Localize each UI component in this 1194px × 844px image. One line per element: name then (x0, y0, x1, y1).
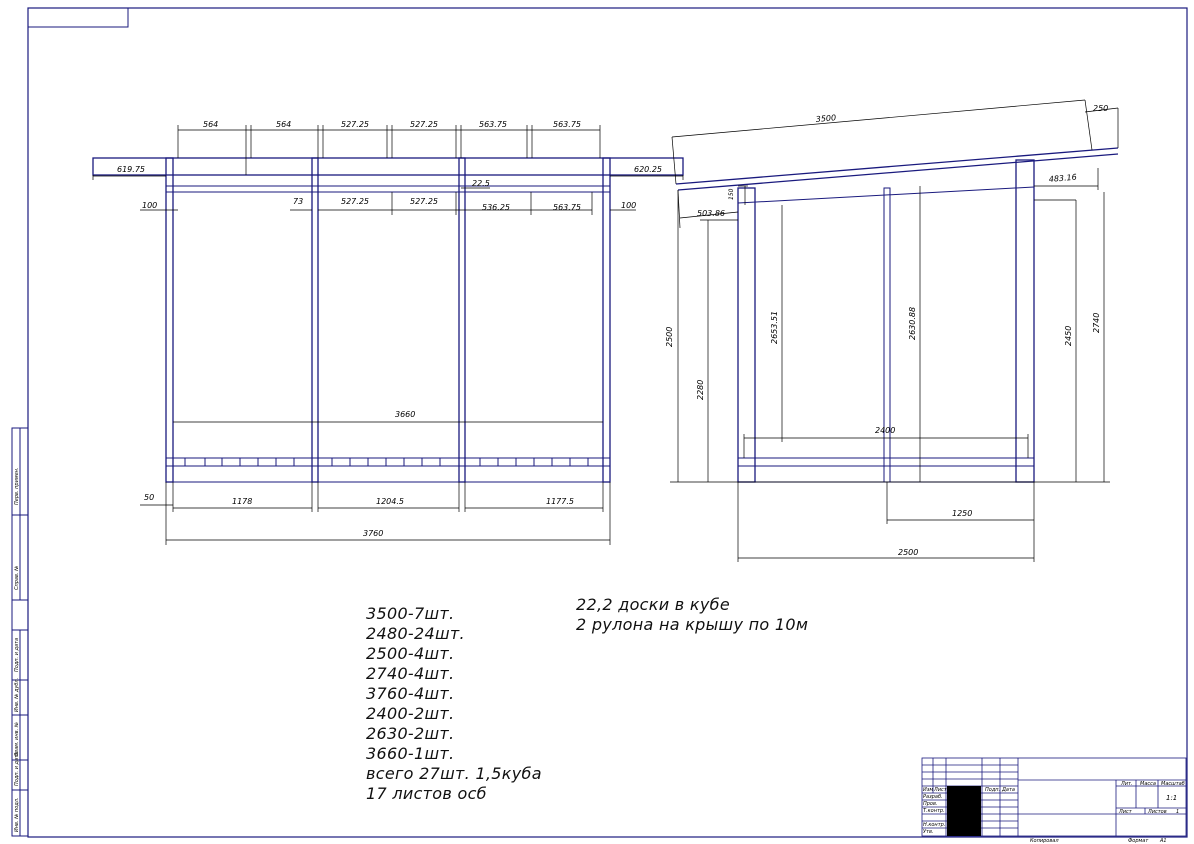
side-strip-labels: Перв. примен. Справ. № Подп. и дата Инв.… (14, 467, 20, 832)
dim-height-left-outer: 2500 (665, 327, 674, 347)
dim-total-span: 2500 (898, 548, 918, 557)
dim-height-post-2: 2630.88 (908, 307, 917, 340)
dim-half-span: 1250 (952, 509, 972, 518)
side-strip-label: Взам. инв. № (14, 722, 20, 756)
note-roof-rolls: 2 рулона на крышу по 10м (576, 615, 809, 634)
dim-inner-width: 3660 (395, 410, 415, 419)
materials-item: 2400-2шт. (366, 704, 455, 723)
tb-sheets-value: 1 (1176, 809, 1179, 815)
side-frame-geometry (675, 147, 1119, 483)
dim-small-offset: 22.5 (472, 179, 490, 188)
side-strip-label: Перв. примен. (14, 467, 20, 505)
dim-second-4: 536.25 (482, 203, 510, 212)
dim-height-post-1: 2653.51 (770, 311, 779, 344)
tb-format: Формат (1128, 838, 1149, 844)
signature-stamp (947, 786, 981, 836)
dim-rafter-length: 3500 (815, 113, 836, 124)
tb-row-tkontr: Т.контр. (923, 808, 945, 814)
materials-item: 2740-4шт. (366, 664, 455, 683)
tb-mass: Масса (1140, 781, 1156, 787)
tb-col-list: Лист (933, 787, 948, 793)
dim-left-post-gap: 150 (728, 188, 735, 200)
side-dimension-lines (670, 99, 1119, 562)
front-view: 564 564 527.25 527.25 563.75 563.75 619.… (92, 120, 684, 545)
tb-col-doc: № докум. (951, 787, 977, 793)
dim-rafter-tip: 250 (1093, 104, 1108, 113)
materials-item: 3660-1шт. (366, 744, 455, 763)
side-strip-label: Подп. и дата (14, 752, 20, 786)
side-view: 3500 250 503.86 150 483.16 2500 2280 265… (665, 99, 1119, 562)
materials-item: 2500-4шт. (366, 644, 455, 663)
side-dimension-labels: 3500 250 503.86 150 483.16 2500 2280 265… (665, 104, 1108, 557)
dim-second-5: 563.75 (553, 203, 581, 212)
sheet-frame (11, 7, 1188, 838)
dim-top-3: 527.25 (341, 120, 369, 129)
drawing-sheet: Перв. примен. Справ. № Подп. и дата Инв.… (11, 7, 1188, 844)
tb-row-prov: Пров. (923, 801, 938, 807)
dim-edge-left: 100 (142, 201, 157, 210)
tb-scale: Масштаб (1161, 781, 1185, 787)
materials-osb: 17 листов осб (366, 784, 487, 803)
dim-height-right-inner: 2450 (1064, 326, 1073, 346)
tb-col-izm: Изм (923, 787, 933, 793)
materials-item: 2480-24шт. (366, 624, 465, 643)
tb-col-date: Дата (1001, 787, 1015, 793)
dim-overhang-left: 619.75 (117, 165, 145, 174)
dim-overhang-right: 620.25 (634, 165, 662, 174)
tb-copied: Копировал (1030, 838, 1059, 844)
dim-total-width: 3760 (363, 529, 383, 538)
tb-sheet: Лист (1118, 809, 1133, 815)
side-strip-label: Подп. и дата (14, 638, 20, 672)
materials-item: 3760-4шт. (366, 684, 455, 703)
dim-second-3: 527.25 (410, 197, 438, 206)
dim-second-2: 527.25 (341, 197, 369, 206)
front-frame-geometry (92, 157, 684, 483)
dim-bay-3: 1177.5 (546, 497, 574, 506)
dim-bay-2: 1204.5 (376, 497, 404, 506)
notes-block: 22,2 доски в кубе 2 рулона на крышу по 1… (576, 595, 808, 635)
tb-col-sign: Подп. (985, 787, 1000, 793)
side-strip-label: Инв. № дубл. (14, 678, 20, 712)
dim-top-2: 564 (276, 120, 291, 129)
side-strip-label: Инв. № подл. (14, 798, 20, 833)
dim-right-overhang: 483.16 (1048, 173, 1077, 184)
title-block: Изм Лист № докум. Подп. Дата Разраб. Про… (921, 757, 1187, 844)
materials-item: 2630-2шт. (366, 724, 455, 743)
tb-sheets: Листов (1147, 809, 1167, 815)
tb-lit: Лит. (1120, 781, 1133, 787)
dim-edge-right: 100 (621, 201, 636, 210)
note-boards-per-cube: 22,2 доски в кубе (576, 595, 730, 614)
front-dimension-labels: 564 564 527.25 527.25 563.75 563.75 619.… (117, 120, 662, 538)
tb-row-utv: Утв. (923, 829, 934, 835)
tb-scale-value: 1:1 (1166, 794, 1177, 802)
materials-item: 3500-7шт. (366, 604, 455, 623)
side-strip-label: Справ. № (14, 566, 20, 590)
dim-top-1: 564 (203, 120, 218, 129)
dim-top-5: 563.75 (479, 120, 507, 129)
dim-top-4: 527.25 (410, 120, 438, 129)
dim-bay-1: 1178 (232, 497, 252, 506)
dim-left-overhang: 503.86 (697, 209, 725, 218)
dim-second-1: 73 (293, 197, 303, 206)
materials-list: 3500-7шт. 2480-24шт. 2500-4шт. 2740-4шт.… (366, 604, 542, 804)
tb-row-razrab: Разраб. (923, 794, 943, 800)
front-floor-joists (184, 458, 589, 466)
materials-total: всего 27шт. 1,5куба (366, 764, 542, 783)
dim-height-right-outer: 2740 (1092, 313, 1101, 333)
tb-format-value: А1 (1159, 838, 1167, 844)
dim-inner-span: 2400 (875, 426, 895, 435)
dim-top-6: 563.75 (553, 120, 581, 129)
dim-height-left-inner: 2280 (696, 380, 705, 400)
dim-bottom-offset: 50 (144, 493, 154, 502)
tb-row-nkontr: Н.контр. (923, 822, 945, 828)
